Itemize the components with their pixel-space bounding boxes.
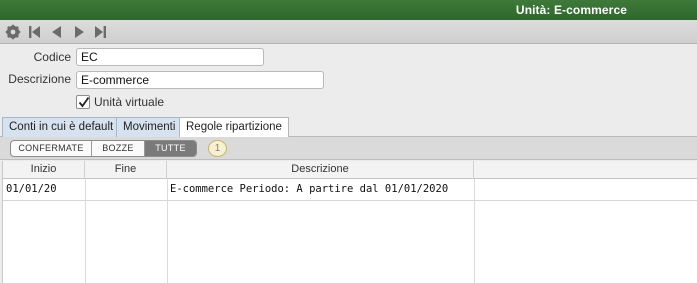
- column-header-fine[interactable]: Fine: [85, 161, 167, 179]
- table-row[interactable]: 01/01/20 E-commerce Periodo: A partire d…: [3, 179, 697, 201]
- unit-form: Codice Descrizione Unità virtuale: [0, 44, 697, 118]
- checkmark-icon: [78, 96, 90, 108]
- codice-field[interactable]: [76, 48, 264, 66]
- tab-conti-default[interactable]: Conti in cui è default: [2, 117, 121, 137]
- previous-record-icon[interactable]: [49, 24, 65, 40]
- column-header-descrizione[interactable]: Descrizione: [167, 161, 474, 179]
- tab-regole-ripartizione[interactable]: Regole ripartizione: [179, 117, 289, 138]
- tab-bar: Conti in cui è default Movimenti Regole …: [0, 117, 697, 138]
- record-count-badge: 1: [208, 140, 227, 157]
- cell-inizio: 01/01/20: [6, 183, 57, 195]
- cell-descrizione: E-commerce Periodo: A partire dal 01/01/…: [170, 183, 449, 195]
- rules-table: Inizio Fine Descrizione 01/01/20 E-comme…: [2, 161, 697, 283]
- filter-tutte-button[interactable]: Tutte: [145, 141, 196, 156]
- last-record-icon[interactable]: [92, 24, 108, 40]
- title-bar: Unità: E-commerce: [0, 0, 697, 20]
- first-record-icon[interactable]: [27, 24, 43, 40]
- unita-virtuale-checkbox[interactable]: [76, 95, 90, 109]
- tab-movimenti[interactable]: Movimenti: [116, 117, 183, 137]
- table-header: Inizio Fine Descrizione: [3, 161, 697, 179]
- window-title: Unità: E-commerce: [515, 3, 627, 17]
- gear-icon[interactable]: [5, 24, 21, 40]
- filter-bar: Confermate Bozze Tutte: [0, 137, 697, 160]
- column-header-extra: [474, 161, 697, 179]
- codice-label: Codice: [33, 50, 71, 64]
- descrizione-label: Descrizione: [8, 72, 71, 86]
- next-record-icon[interactable]: [71, 24, 87, 40]
- record-toolbar: [0, 20, 697, 44]
- column-header-inizio[interactable]: Inizio: [3, 161, 85, 179]
- descrizione-field[interactable]: [76, 71, 324, 89]
- unita-virtuale-label: Unità virtuale: [94, 95, 165, 109]
- filter-confermate-button[interactable]: Confermate: [11, 141, 92, 156]
- cell-fine: [85, 179, 167, 201]
- filter-bozze-button[interactable]: Bozze: [92, 141, 145, 156]
- status-filter-segmented: Confermate Bozze Tutte: [10, 140, 197, 157]
